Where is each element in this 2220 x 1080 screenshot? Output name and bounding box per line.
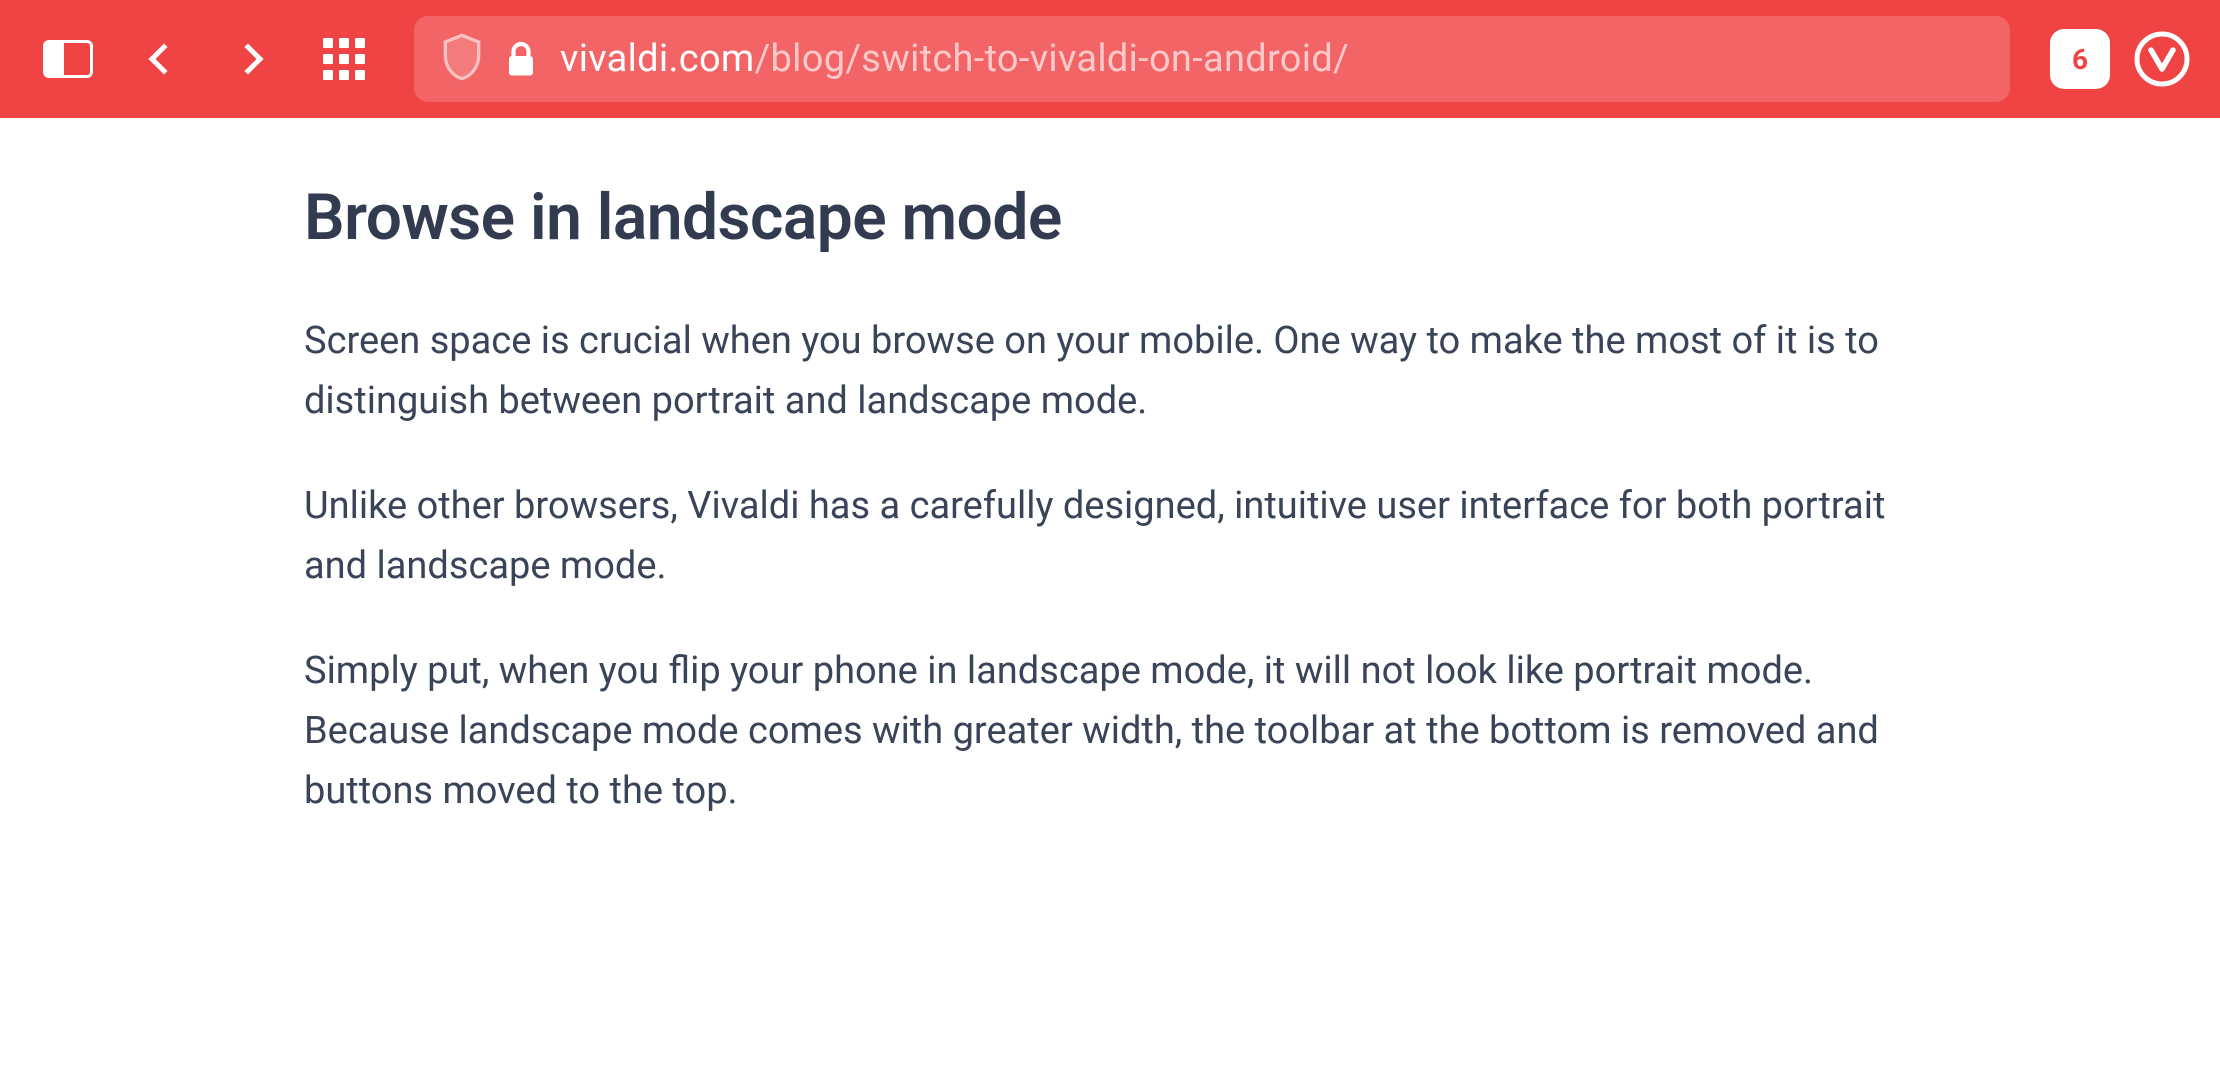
- url-domain: vivaldi.com: [560, 37, 755, 81]
- url-path: /blog/switch-to-vivaldi-on-android/: [755, 37, 1349, 81]
- back-button[interactable]: [120, 19, 200, 99]
- article-paragraph: Simply put, when you flip your phone in …: [304, 641, 1916, 821]
- lock-icon: [506, 41, 536, 77]
- panel-icon: [43, 40, 93, 78]
- address-bar[interactable]: vivaldi.com/blog/switch-to-vivaldi-on-an…: [414, 16, 2010, 102]
- url-text: vivaldi.com/blog/switch-to-vivaldi-on-an…: [560, 37, 1349, 81]
- vivaldi-logo-icon: [2134, 31, 2190, 87]
- speed-dial-button[interactable]: [304, 19, 384, 99]
- chevron-left-icon: [148, 43, 179, 74]
- article-paragraph: Unlike other browsers, Vivaldi has a car…: [304, 476, 1916, 596]
- article-paragraph: Screen space is crucial when you browse …: [304, 311, 1916, 431]
- page-content: Browse in landscape mode Screen space is…: [0, 118, 2220, 821]
- tab-count-value: 6: [2072, 43, 2088, 76]
- grid-icon: [323, 38, 365, 80]
- chevron-right-icon: [232, 43, 263, 74]
- shield-icon[interactable]: [442, 33, 482, 85]
- forward-button[interactable]: [212, 19, 292, 99]
- browser-toolbar: vivaldi.com/blog/switch-to-vivaldi-on-an…: [0, 0, 2220, 118]
- article-heading: Browse in landscape mode: [304, 180, 1916, 255]
- tab-count-button[interactable]: 6: [2050, 29, 2110, 89]
- panel-toggle-button[interactable]: [28, 19, 108, 99]
- vivaldi-menu-button[interactable]: [2132, 29, 2192, 89]
